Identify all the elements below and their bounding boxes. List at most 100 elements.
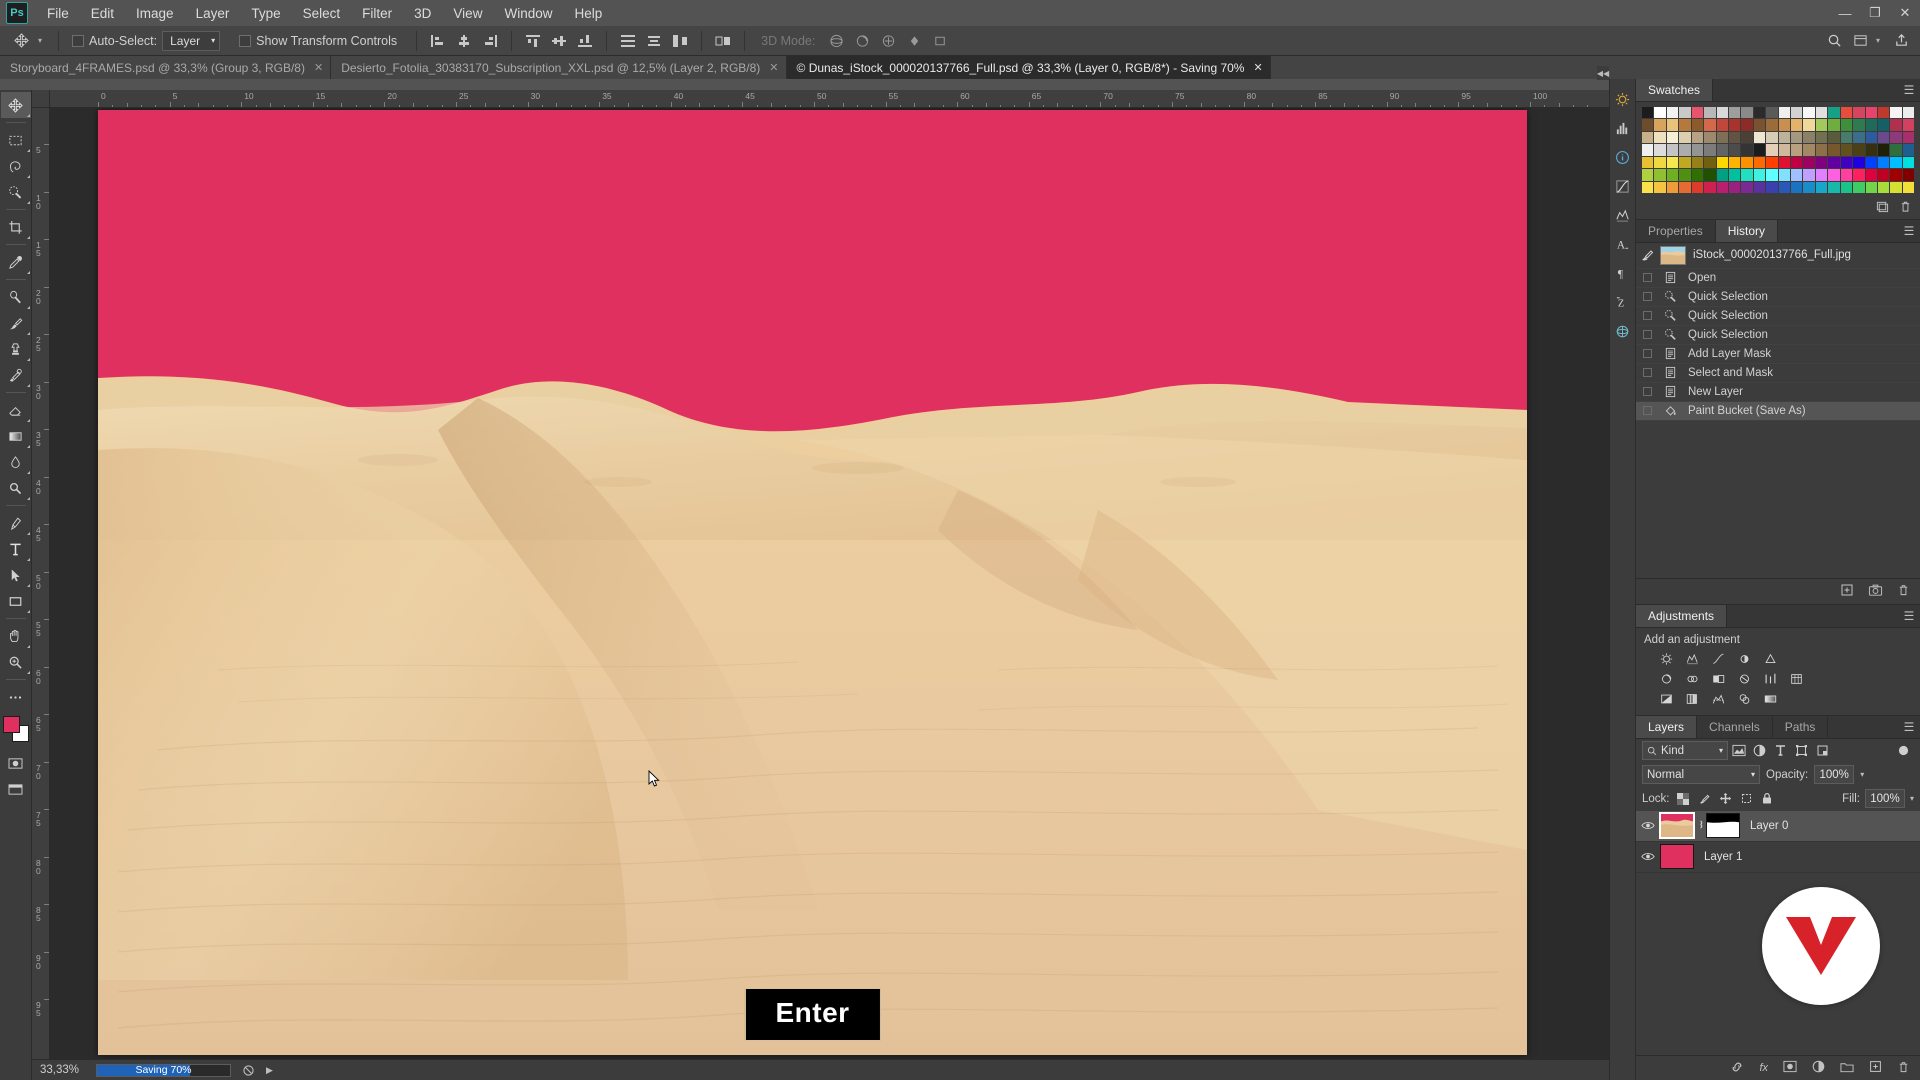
color-swatch[interactable] bbox=[1753, 156, 1766, 169]
color-swatch[interactable] bbox=[1753, 169, 1766, 181]
color-swatch[interactable] bbox=[1840, 119, 1853, 131]
color-swatch[interactable] bbox=[1642, 131, 1654, 144]
color-swatch[interactable] bbox=[1778, 107, 1791, 119]
panel-menu-icon[interactable]: ☰ bbox=[1898, 219, 1920, 242]
color-swatch[interactable] bbox=[1654, 119, 1666, 131]
color-swatch[interactable] bbox=[1853, 131, 1865, 144]
color-swatch[interactable] bbox=[1741, 156, 1753, 169]
color-swatch[interactable] bbox=[1791, 181, 1803, 193]
brightness-contrast-icon[interactable] bbox=[1658, 652, 1675, 667]
3d-roll-icon[interactable] bbox=[849, 30, 875, 52]
link-layers-icon[interactable] bbox=[1730, 1060, 1744, 1077]
color-swatch[interactable] bbox=[1890, 169, 1902, 181]
distribute-bottom-icon[interactable] bbox=[667, 30, 693, 52]
rectangular-marquee-tool-icon[interactable] bbox=[1, 127, 31, 153]
color-swatch[interactable] bbox=[1691, 144, 1704, 156]
layer-thumbnail[interactable] bbox=[1660, 844, 1694, 870]
color-swatch[interactable] bbox=[1828, 181, 1840, 193]
history-state-checkbox[interactable] bbox=[1636, 287, 1658, 306]
histogram-icon[interactable] bbox=[1610, 114, 1636, 143]
color-swatch[interactable] bbox=[1865, 156, 1878, 169]
history-item[interactable]: Quick Selection bbox=[1636, 307, 1920, 326]
minimize-button[interactable]: — bbox=[1830, 0, 1860, 26]
fill-chevron-icon[interactable]: ▾ bbox=[1905, 794, 1914, 803]
color-swatch[interactable] bbox=[1691, 169, 1704, 181]
dodge-tool-icon[interactable] bbox=[1, 475, 31, 501]
color-swatch[interactable] bbox=[1741, 119, 1753, 131]
foreground-color-swatch[interactable] bbox=[2, 716, 20, 733]
color-swatch[interactable] bbox=[1902, 107, 1915, 119]
color-swatch[interactable] bbox=[1666, 131, 1679, 144]
close-tab-icon[interactable]: ✕ bbox=[769, 61, 778, 74]
color-swatch[interactable] bbox=[1766, 107, 1778, 119]
color-swatch[interactable] bbox=[1865, 131, 1878, 144]
color-swatch[interactable] bbox=[1878, 144, 1890, 156]
filter-power-icon[interactable] bbox=[1893, 741, 1914, 760]
glyphs-panel-icon[interactable]: Z bbox=[1610, 288, 1636, 317]
menu-image[interactable]: Image bbox=[125, 2, 185, 25]
search-icon[interactable] bbox=[1822, 30, 1848, 52]
paragraph-panel-icon[interactable]: ¶ bbox=[1610, 259, 1636, 288]
color-swatch[interactable] bbox=[1728, 131, 1741, 144]
color-swatch[interactable] bbox=[1728, 169, 1741, 181]
history-item[interactable]: Paint Bucket (Save As) bbox=[1636, 401, 1920, 421]
quick-mask-icon[interactable] bbox=[1, 750, 31, 776]
foreground-background-color-swatch[interactable] bbox=[2, 716, 29, 742]
color-swatch[interactable] bbox=[1766, 181, 1778, 193]
photo-filter-icon[interactable] bbox=[1736, 672, 1753, 687]
color-swatch[interactable] bbox=[1679, 131, 1691, 144]
trash-icon[interactable] bbox=[1899, 200, 1912, 216]
menu-edit[interactable]: Edit bbox=[80, 2, 125, 25]
blend-mode-dropdown[interactable]: Normal ▾ bbox=[1642, 765, 1760, 785]
color-swatch[interactable] bbox=[1878, 169, 1890, 181]
add-layer-mask-icon[interactable] bbox=[1783, 1060, 1797, 1076]
color-swatch[interactable] bbox=[1865, 181, 1878, 193]
layer-mask-link-icon[interactable] bbox=[1694, 818, 1706, 834]
history-state-checkbox[interactable] bbox=[1636, 401, 1658, 420]
color-swatch[interactable] bbox=[1642, 107, 1654, 119]
color-swatch[interactable] bbox=[1890, 144, 1902, 156]
zoom-tool-icon[interactable] bbox=[1, 649, 31, 675]
brush-tool-icon[interactable] bbox=[1, 310, 31, 336]
color-swatch[interactable] bbox=[1803, 107, 1815, 119]
color-swatch[interactable] bbox=[1716, 181, 1728, 193]
color-swatch[interactable] bbox=[1840, 131, 1853, 144]
levels-icon[interactable] bbox=[1610, 201, 1636, 230]
color-swatch[interactable] bbox=[1728, 156, 1741, 169]
color-swatch[interactable] bbox=[1828, 107, 1840, 119]
color-swatch[interactable] bbox=[1853, 144, 1865, 156]
hue-saturation-icon[interactable] bbox=[1658, 672, 1675, 687]
layer-name[interactable]: Layer 1 bbox=[1694, 851, 1742, 863]
layer-filter-kind-dropdown[interactable]: Kind ▾ bbox=[1642, 741, 1728, 761]
color-swatch[interactable] bbox=[1840, 156, 1853, 169]
color-swatch[interactable] bbox=[1716, 169, 1728, 181]
color-swatch[interactable] bbox=[1778, 169, 1791, 181]
color-swatch[interactable] bbox=[1666, 119, 1679, 131]
curves-icon[interactable] bbox=[1610, 172, 1636, 201]
menu-view[interactable]: View bbox=[442, 2, 493, 25]
color-swatch[interactable] bbox=[1654, 131, 1666, 144]
menu-help[interactable]: Help bbox=[563, 2, 613, 25]
color-swatch[interactable] bbox=[1753, 181, 1766, 193]
align-right-edges-icon[interactable] bbox=[477, 30, 503, 52]
close-button[interactable]: ✕ bbox=[1890, 0, 1920, 26]
color-swatch[interactable] bbox=[1704, 131, 1716, 144]
color-swatch[interactable] bbox=[1679, 119, 1691, 131]
clone-stamp-tool-icon[interactable] bbox=[1, 336, 31, 362]
history-item[interactable]: Select and Mask bbox=[1636, 364, 1920, 383]
layer-row[interactable]: Layer 0 bbox=[1636, 810, 1920, 842]
color-swatch[interactable] bbox=[1803, 169, 1815, 181]
color-swatch[interactable] bbox=[1679, 181, 1691, 193]
color-swatch[interactable] bbox=[1840, 107, 1853, 119]
color-swatch[interactable] bbox=[1803, 144, 1815, 156]
color-swatch[interactable] bbox=[1654, 107, 1666, 119]
posterize-icon[interactable] bbox=[1684, 692, 1701, 707]
color-swatch[interactable] bbox=[1778, 181, 1791, 193]
color-swatch[interactable] bbox=[1815, 131, 1828, 144]
new-snapshot-icon[interactable] bbox=[1868, 583, 1883, 600]
threshold-icon[interactable] bbox=[1710, 692, 1727, 707]
color-swatch[interactable] bbox=[1642, 119, 1654, 131]
3d-orbit-icon[interactable] bbox=[823, 30, 849, 52]
lock-all-icon[interactable] bbox=[1757, 789, 1778, 808]
swatches-grid[interactable] bbox=[1642, 107, 1915, 193]
